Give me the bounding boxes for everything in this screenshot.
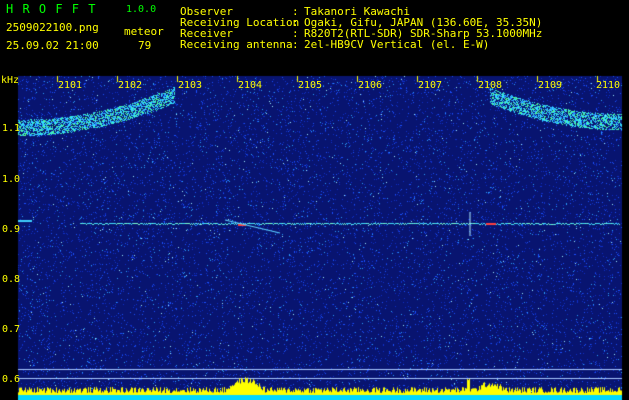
spectrogram-canvas <box>0 0 629 400</box>
freq-tick-label: 0.9 <box>2 224 21 235</box>
time-tick-label: 2101 <box>58 80 83 91</box>
freq-tick-label: 1.0 <box>2 174 21 185</box>
file-name: 2509022100.png <box>6 21 99 34</box>
info-colon: : <box>292 38 299 51</box>
time-tick-label: 2102 <box>118 80 143 91</box>
freq-tick-label: 0.8 <box>2 274 21 285</box>
info-label-antenna: Receiving antenna <box>180 38 293 51</box>
time-tick-label: 2108 <box>478 80 503 91</box>
meteor-count: 79 <box>138 39 152 52</box>
timestamp: 25.09.02 21:00 <box>6 39 99 52</box>
freq-unit-label: kHz <box>1 75 20 86</box>
app-version: 1.0.0 <box>126 4 157 15</box>
freq-tick-label: 0.6 <box>2 374 21 385</box>
mode-label: meteor <box>124 25 164 38</box>
info-value-antenna: 2el-HB9CV Vertical (el. E-W) <box>304 38 490 51</box>
freq-tick-label: 0.7 <box>2 324 21 335</box>
time-tick-label: 2104 <box>238 80 263 91</box>
freq-tick-label: 1.1 <box>2 123 21 134</box>
time-tick-label: 2105 <box>298 80 323 91</box>
time-tick-label: 2107 <box>418 80 443 91</box>
time-tick-label: 2110 <box>596 80 621 91</box>
time-tick-label: 2106 <box>358 80 383 91</box>
app-title: H R O F F T <box>6 2 97 16</box>
time-tick-label: 2109 <box>538 80 563 91</box>
time-tick-label: 2103 <box>178 80 203 91</box>
